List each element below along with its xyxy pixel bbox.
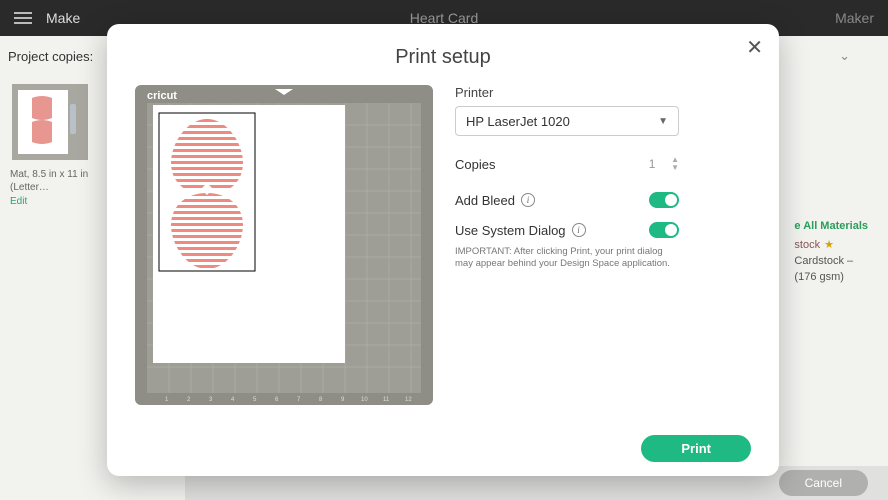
svg-text:12: 12: [405, 397, 412, 403]
add-bleed-toggle[interactable]: [649, 192, 679, 208]
svg-text:11: 11: [383, 397, 390, 403]
add-bleed-label: Add Bleed: [455, 193, 515, 208]
hamburger-menu-icon[interactable]: [14, 12, 32, 24]
caret-down-icon: ▼: [658, 116, 668, 127]
material-card-line2: (176 gsm): [794, 271, 868, 283]
star-icon: ★: [824, 238, 834, 251]
printer-label: Printer: [455, 85, 751, 100]
material-card-line1: Cardstock –: [794, 255, 868, 267]
print-button[interactable]: Print: [641, 435, 751, 462]
cancel-button[interactable]: Cancel: [779, 470, 868, 496]
printer-value: HP LaserJet 1020: [466, 114, 570, 129]
machine-label[interactable]: Maker: [835, 10, 874, 26]
all-materials-link[interactable]: e All Materials: [794, 220, 868, 232]
preview-brand-text: cricut: [147, 90, 177, 102]
system-dialog-toggle[interactable]: [649, 222, 679, 238]
copies-label: Copies: [455, 157, 495, 172]
chevron-down-icon[interactable]: ⌄: [839, 48, 850, 64]
printer-select[interactable]: HP LaserJet 1020 ▼: [455, 106, 679, 136]
material-stock[interactable]: stock ★: [794, 238, 868, 251]
mat-edit-link[interactable]: Edit: [10, 196, 90, 207]
info-icon[interactable]: i: [521, 193, 535, 207]
mat-caption: Mat, 8.5 in x 11 in (Letter…: [10, 168, 90, 194]
print-preview: cricut: [135, 85, 433, 405]
make-label[interactable]: Make: [46, 10, 80, 26]
mat-preview-image: [10, 82, 90, 162]
modal-title: Print setup: [135, 46, 751, 69]
copies-stepper[interactable]: ▲▼: [671, 156, 679, 172]
print-controls: Printer HP LaserJet 1020 ▼ Copies 1 ▲▼ A…: [455, 85, 751, 405]
info-icon[interactable]: i: [572, 223, 586, 237]
important-note: IMPORTANT: After clicking Print, your pr…: [455, 246, 679, 271]
materials-panel: e All Materials stock ★ Cardstock – (176…: [794, 220, 868, 283]
print-setup-modal: ✕ Print setup cricut: [107, 24, 779, 476]
system-dialog-label: Use System Dialog: [455, 223, 566, 238]
copies-input[interactable]: 1: [635, 152, 669, 176]
close-icon[interactable]: ✕: [746, 38, 763, 58]
project-copies-label: Project copies:: [8, 49, 93, 64]
svg-text:10: 10: [361, 397, 368, 403]
mat-thumbnail[interactable]: Mat, 8.5 in x 11 in (Letter… Edit: [10, 82, 90, 207]
